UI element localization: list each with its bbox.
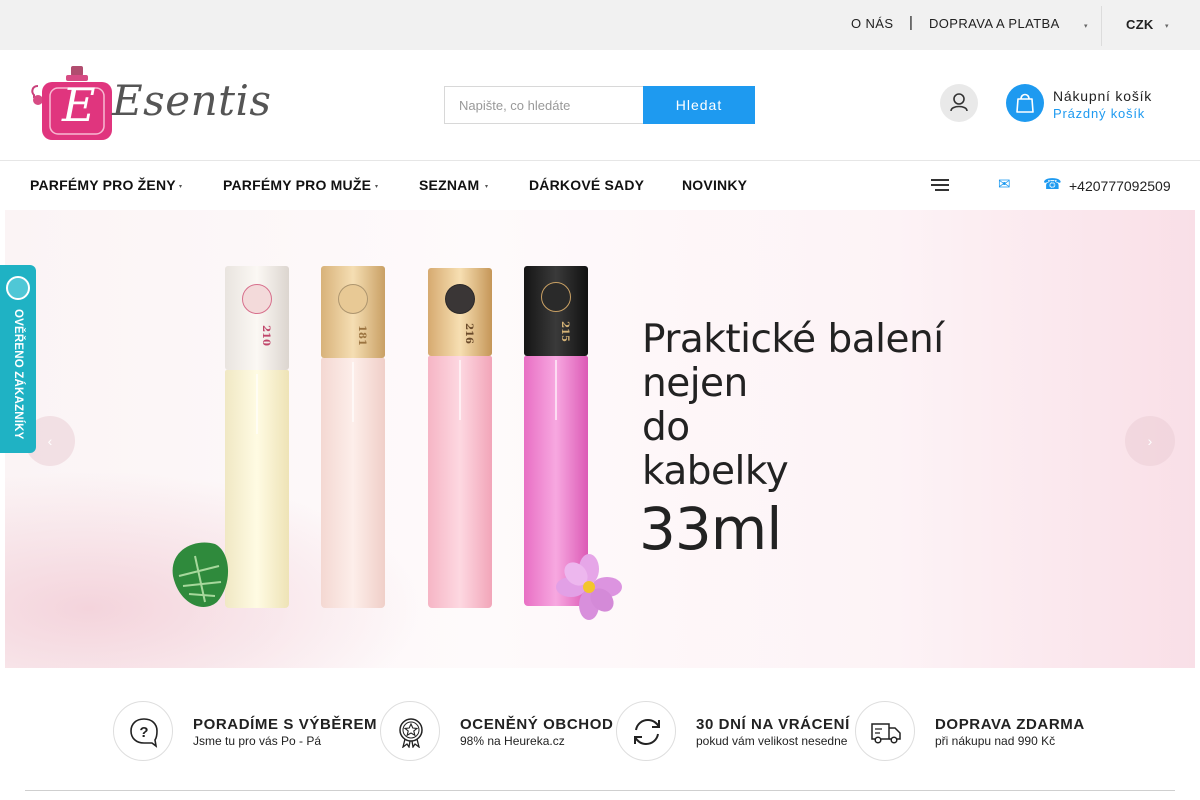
cart-status: Prázdný košík [1053, 106, 1146, 121]
feature-subtitle: pokud vám velikost nesedne [696, 734, 848, 748]
divider [0, 160, 1200, 161]
refresh-arrows-icon [634, 718, 660, 746]
badge-label: OVĚŘENO ZÁKAZNÍKY [12, 309, 24, 440]
award-star-icon [399, 718, 423, 748]
user-icon [950, 93, 968, 112]
chevron-down-icon[interactable]: ▾ [485, 183, 488, 190]
logo-letter: E [62, 78, 96, 132]
shopping-bag-icon [1016, 93, 1034, 113]
topbar-separator: | [909, 14, 913, 31]
chevron-down-icon[interactable]: ▾ [375, 183, 378, 190]
headline-line: kabelky [642, 449, 789, 494]
hero-banner[interactable]: 210 181 216 215 Praktické balení nejen d… [5, 210, 1195, 668]
feature-icon: ? [113, 701, 173, 761]
feature-subtitle: Jsme tu pro vás Po - Pá [193, 734, 322, 748]
currency-selector[interactable]: CZK [1126, 17, 1154, 32]
headline-line: do [642, 405, 690, 450]
shipping-payment-link[interactable]: DOPRAVA A PLATBA [929, 16, 1060, 31]
feature-icon [855, 701, 915, 761]
headline-line: nejen [642, 361, 748, 406]
feature-subtitle: 98% na Heureka.cz [460, 734, 565, 748]
nav-item-gift-sets[interactable]: DÁRKOVÉ SADY [529, 177, 644, 193]
bottle-number: 215 [558, 321, 570, 342]
question-bubble-icon: ? [130, 718, 158, 748]
user-account-button[interactable] [940, 84, 978, 122]
logo-text: Esentis [112, 76, 272, 125]
feature-icon [380, 701, 440, 761]
verified-customers-badge[interactable]: OVĚŘENO ZÁKAZNÍKY [0, 265, 36, 453]
email-icon[interactable]: ✉ [998, 175, 1011, 193]
feature-title: OCENĚNÝ OBCHOD [460, 716, 614, 733]
perfume-bottle: 216 [428, 268, 492, 608]
phone-icon: ☎ [1043, 176, 1062, 193]
cart-button[interactable] [1006, 84, 1044, 122]
headline-line: Praktické balení [642, 317, 944, 362]
nav-item-men[interactable]: PARFÉMY PRO MUŽE [223, 177, 371, 193]
chevron-down-icon[interactable]: ▾ [1084, 22, 1088, 30]
bottle-number: 210 [259, 325, 271, 346]
feature-subtitle: při nákupu nad 990 Kč [935, 734, 1056, 748]
search-input[interactable] [444, 86, 644, 124]
verified-seal-icon [6, 276, 30, 300]
search-button[interactable]: Hledat [643, 86, 755, 124]
delivery-truck-icon [871, 723, 901, 744]
cart-title[interactable]: Nákupní košík [1053, 88, 1152, 104]
chevron-down-icon[interactable]: ▾ [179, 183, 182, 190]
feature-title: 30 DNÍ NA VRÁCENÍ [696, 716, 850, 733]
about-link[interactable]: O NÁS [851, 16, 893, 31]
slider-next-arrow-icon[interactable]: › [1125, 416, 1175, 466]
bottle-number: 181 [355, 325, 367, 346]
nav-item-women[interactable]: PARFÉMY PRO ŽENY [30, 177, 176, 193]
flower-decoration-icon [556, 554, 622, 620]
leaf-decoration-icon [172, 542, 229, 607]
bottle-number: 216 [462, 323, 474, 344]
divider [1101, 6, 1102, 46]
nav-item-list[interactable]: SEZNAM [419, 177, 479, 193]
svg-text:?: ? [139, 724, 148, 741]
nav-item-new[interactable]: NOVINKY [682, 177, 747, 193]
top-bar: O NÁS | DOPRAVA A PLATBA ▾ CZK ▾ [0, 0, 1200, 50]
banner-headline: Praktické balení nejen do kabelky [642, 318, 944, 494]
feature-title: PORADÍME S VÝBĚREM [193, 716, 378, 733]
feature-title: DOPRAVA ZDARMA [935, 716, 1085, 733]
chevron-down-icon[interactable]: ▾ [1165, 22, 1169, 30]
phone-number[interactable]: +420777092509 [1069, 178, 1171, 194]
divider [25, 790, 1175, 791]
perfume-bottle: 181 [321, 266, 385, 608]
banner-size: 33ml [639, 495, 782, 563]
feature-icon [616, 701, 676, 761]
hamburger-menu-icon[interactable] [931, 179, 949, 191]
